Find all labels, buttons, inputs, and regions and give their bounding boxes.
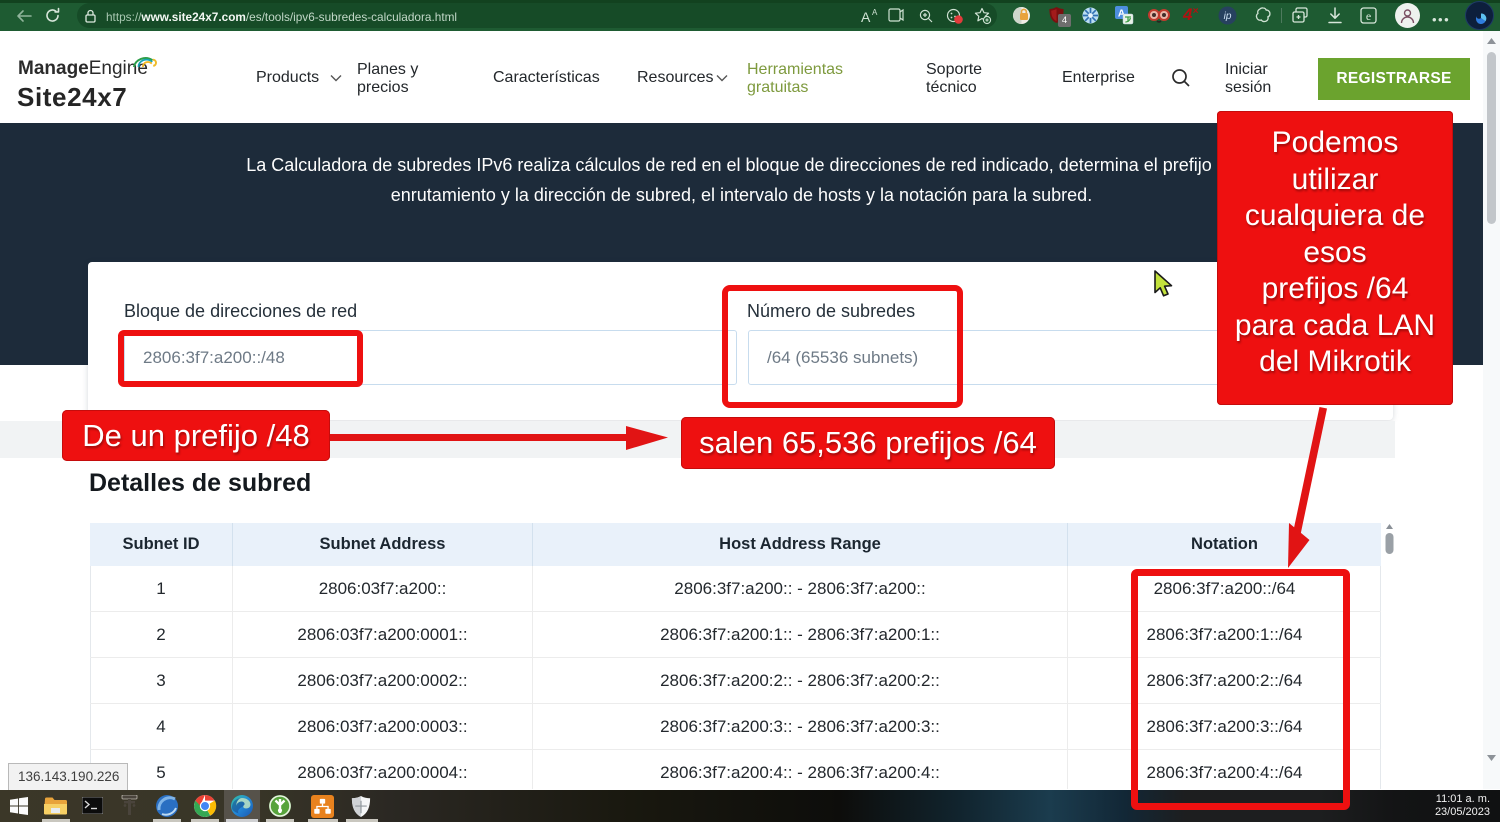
- svg-text:A: A: [861, 9, 871, 24]
- svg-text:e: e: [1366, 9, 1371, 23]
- svg-text:ip: ip: [1224, 11, 1232, 22]
- svg-text:A: A: [872, 8, 878, 17]
